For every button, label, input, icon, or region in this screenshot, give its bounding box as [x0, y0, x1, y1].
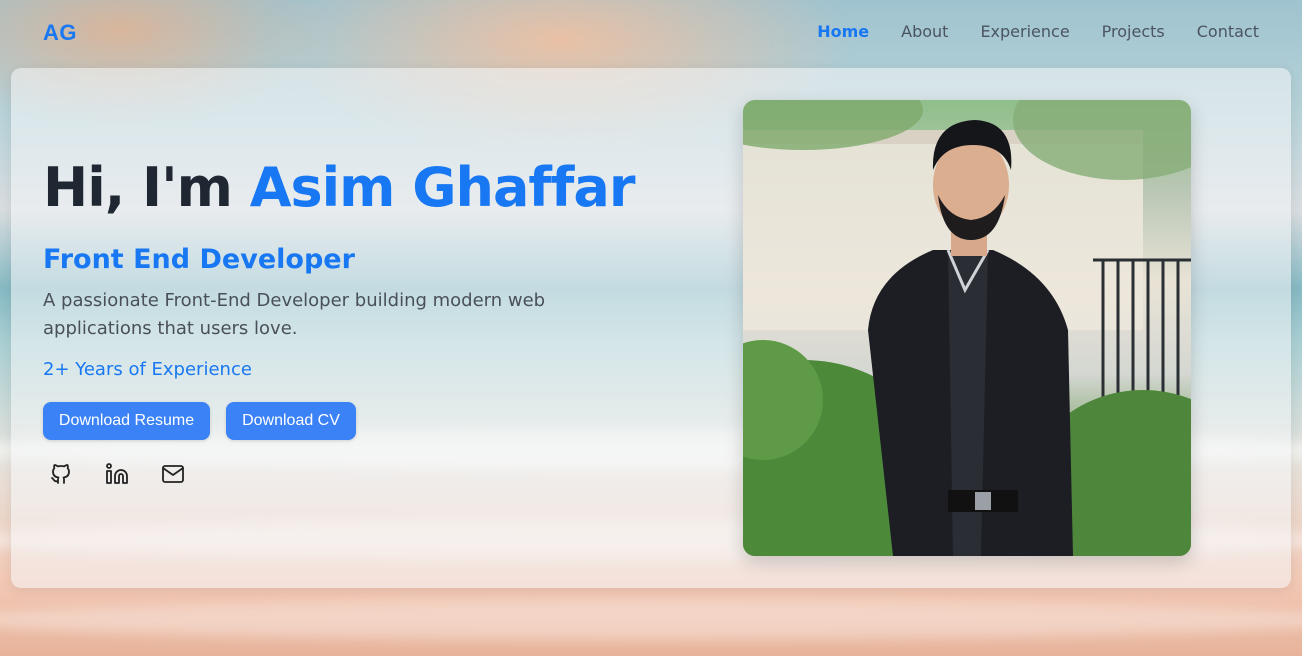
- hero-greeting: Hi, I'm: [43, 156, 250, 219]
- profile-photo: [743, 100, 1191, 556]
- nav-links: Home About Experience Projects Contact: [817, 22, 1259, 41]
- logo[interactable]: AG: [43, 20, 77, 46]
- nav-link-contact[interactable]: Contact: [1197, 22, 1259, 41]
- experience-label: 2+ Years of Experience: [43, 359, 252, 380]
- hero-title: Hi, I'm Asim Ghaffar: [43, 156, 635, 219]
- hero-role: Front End Developer: [43, 244, 355, 275]
- hero-description: A passionate Front-End Developer buildin…: [43, 290, 546, 339]
- hero-name: Asim Ghaffar: [249, 156, 636, 219]
- top-navbar: AG Home About Experience Projects Contac…: [0, 0, 1302, 66]
- download-resume-button[interactable]: Download Resume: [43, 402, 210, 440]
- social-links: [49, 462, 185, 486]
- linkedin-icon[interactable]: [105, 462, 129, 486]
- hero-card: Hi, I'm Asim Ghaffar Front End Developer…: [11, 68, 1291, 588]
- nav-link-experience[interactable]: Experience: [980, 22, 1069, 41]
- nav-link-projects[interactable]: Projects: [1102, 22, 1165, 41]
- profile-photo-illustration: [743, 100, 1191, 556]
- github-icon[interactable]: [49, 462, 73, 486]
- download-cv-button[interactable]: Download CV: [226, 402, 356, 440]
- nav-link-about[interactable]: About: [901, 22, 948, 41]
- background-wave: [0, 600, 1302, 640]
- mail-icon[interactable]: [161, 462, 185, 486]
- nav-link-home[interactable]: Home: [817, 22, 869, 41]
